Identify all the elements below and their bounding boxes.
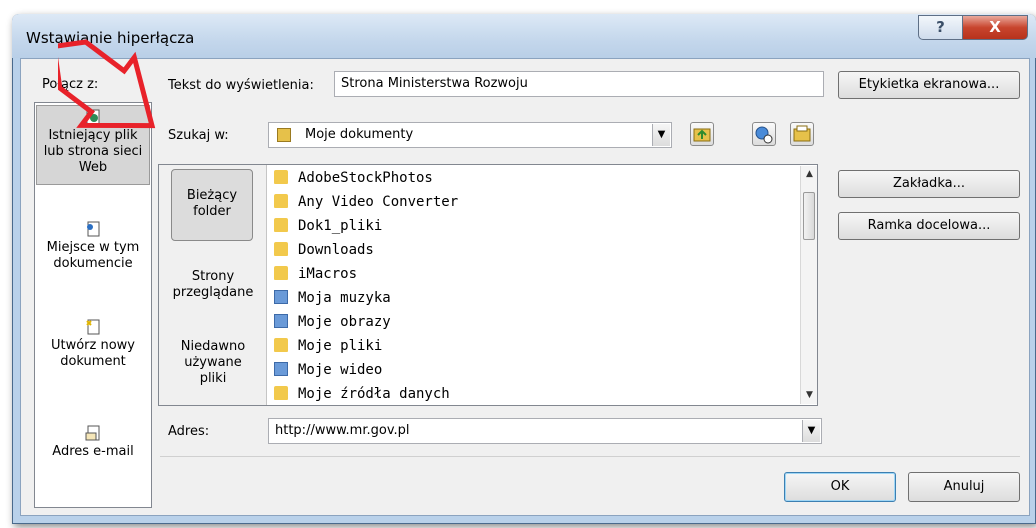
address-value: http://www.mr.gov.pl — [275, 423, 410, 438]
link-item-label: Web — [78, 160, 108, 175]
link-item-label: Utwórz nowy — [50, 338, 136, 353]
help-button[interactable]: ? — [918, 15, 963, 40]
nav-label: przeglądane — [172, 285, 254, 300]
scrollbar-thumb[interactable] — [803, 192, 815, 240]
file-name: Moje źródła danych — [298, 386, 450, 402]
nav-label: używane — [184, 355, 242, 370]
annotation-arrow-icon — [58, 39, 156, 129]
list-item[interactable]: Downloads — [274, 238, 374, 262]
list-item[interactable]: Moje pliki — [274, 334, 382, 358]
link-item-label: Miejsce w tym — [46, 240, 140, 255]
list-item[interactable]: Moja muzyka — [274, 286, 391, 310]
divider — [160, 456, 1020, 457]
link-item-label: dokumencie — [53, 256, 133, 271]
ok-button[interactable]: OK — [784, 472, 896, 502]
list-item[interactable]: Moje obrazy — [274, 310, 391, 334]
nav-label: pliki — [199, 371, 227, 386]
display-text-input[interactable]: Strona Ministerstwa Rozwoju — [334, 71, 824, 97]
link-item-label: lub strona sieci — [43, 144, 143, 159]
folder-icon — [274, 386, 288, 400]
scroll-down-icon[interactable]: ▼ — [801, 387, 818, 404]
browse-web-button[interactable] — [752, 122, 776, 146]
close-button[interactable]: X — [962, 15, 1028, 40]
pictures-folder-icon — [274, 314, 288, 328]
link-item-new-document[interactable]: Utwórz nowy dokument — [35, 319, 151, 370]
help-icon: ? — [936, 18, 945, 36]
file-name: AdobeStockPhotos — [298, 170, 433, 186]
file-name: Moje obrazy — [298, 314, 391, 330]
link-item-label: Adres e-mail — [52, 444, 134, 459]
folder-icon — [274, 266, 288, 280]
list-item[interactable]: Dok1_pliki — [274, 214, 382, 238]
documents-folder-icon — [277, 128, 291, 142]
bookmark-button[interactable]: Zakładka... — [838, 170, 1020, 198]
browse-nav: Bieżący folder Strony przeglądane Niedaw… — [159, 165, 267, 405]
link-item-label: dokument — [60, 354, 126, 369]
folder-icon — [274, 170, 288, 184]
file-name: Dok1_pliki — [298, 218, 383, 234]
up-folder-button[interactable] — [690, 122, 714, 146]
link-item-place-in-document[interactable]: Miejsce w tym dokumencie — [35, 221, 151, 272]
list-item[interactable]: Any Video Converter — [274, 190, 458, 214]
recent-files-button[interactable]: Niedawno używane pliki — [159, 339, 267, 387]
folder-icon — [274, 338, 288, 352]
address-label: Adres: — [168, 424, 210, 439]
list-item[interactable]: iMacros — [274, 262, 357, 286]
link-to-bar: Istniejący plik lub strona sieci Web Mie… — [34, 102, 152, 508]
list-item[interactable]: Moje źródła danych — [274, 382, 450, 406]
nav-label: Strony — [191, 269, 235, 284]
file-name: Moje pliki — [298, 338, 383, 354]
link-item-email[interactable]: Adres e-mail — [35, 425, 151, 460]
display-text-label: Tekst do wyświetlenia: — [168, 78, 314, 93]
list-item[interactable]: AdobeStockPhotos — [274, 166, 433, 190]
file-name: Downloads — [298, 242, 374, 258]
new-document-icon — [85, 319, 101, 335]
scroll-up-icon[interactable]: ▲ — [801, 166, 818, 183]
folder-icon — [274, 194, 288, 208]
folder-icon — [274, 242, 288, 256]
nav-label: folder — [193, 204, 231, 219]
look-in-dropdown[interactable]: Moje dokumenty ▼ — [268, 122, 672, 148]
folder-icon — [274, 218, 288, 232]
file-name: Moja muzyka — [298, 290, 391, 306]
address-input[interactable]: http://www.mr.gov.pl ▼ — [268, 418, 822, 444]
chevron-down-icon[interactable]: ▼ — [652, 124, 670, 146]
nav-label: Bieżący — [186, 188, 238, 203]
display-text-value: Strona Ministerstwa Rozwoju — [341, 76, 528, 91]
chevron-down-icon[interactable]: ▼ — [802, 420, 820, 442]
document-place-icon — [85, 221, 101, 237]
cancel-button[interactable]: Anuluj — [908, 472, 1020, 502]
browsed-pages-button[interactable]: Strony przeglądane — [159, 269, 267, 301]
video-folder-icon — [274, 362, 288, 376]
file-name: iMacros — [298, 266, 358, 282]
target-frame-button[interactable]: Ramka docelowa... — [838, 212, 1020, 240]
file-name: Any Video Converter — [298, 194, 459, 210]
screentip-button[interactable]: Etykietka ekranowa... — [838, 71, 1020, 99]
email-icon — [85, 425, 101, 441]
current-folder-button[interactable]: Bieżący folder — [171, 169, 253, 241]
list-item[interactable]: Moje wideo — [274, 358, 382, 382]
music-folder-icon — [274, 290, 288, 304]
close-icon: X — [989, 18, 1001, 36]
file-name: Moje wideo — [298, 362, 383, 378]
browse-file-button[interactable] — [790, 122, 814, 146]
nav-label: Niedawno — [180, 339, 246, 354]
look-in-value: Moje dokumenty — [305, 127, 414, 142]
